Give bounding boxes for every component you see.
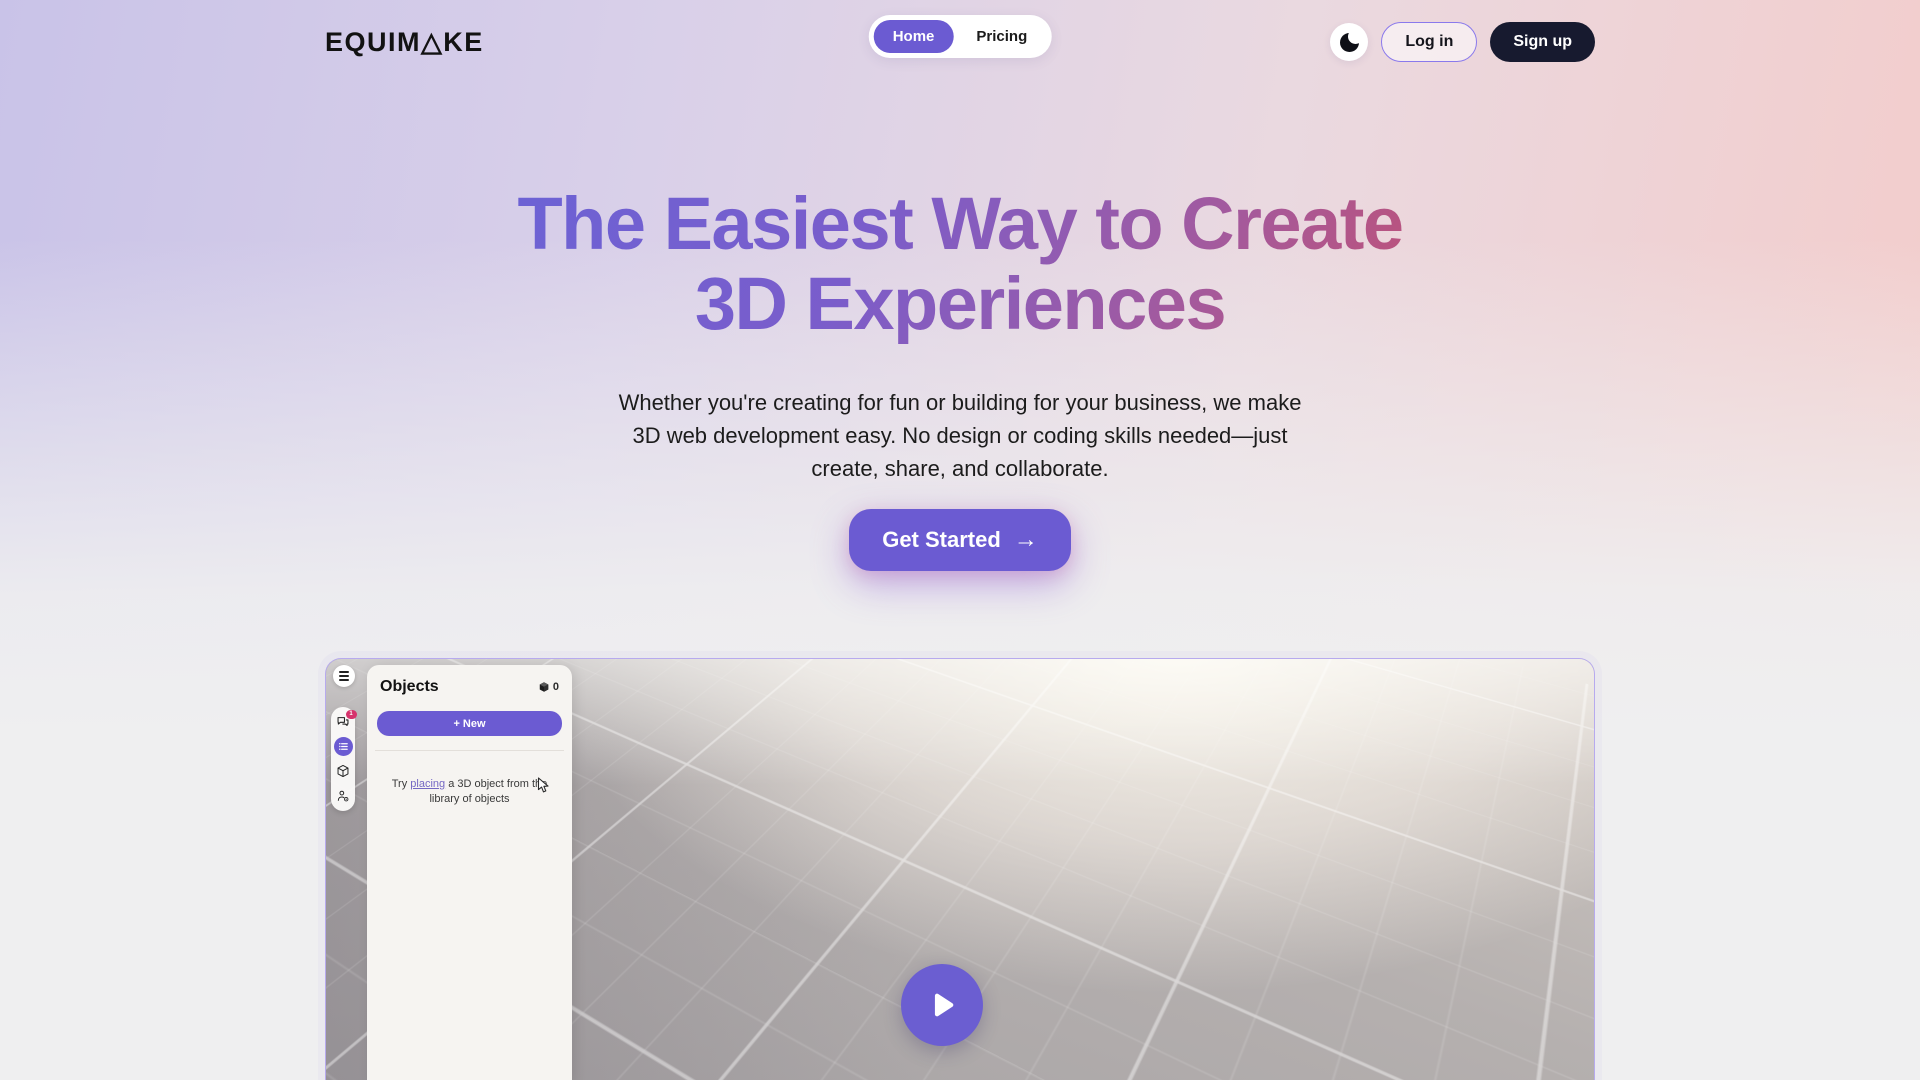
panel-divider [375, 750, 564, 751]
objects-panel-title: Objects [380, 678, 439, 696]
nav-item-home[interactable]: Home [874, 20, 954, 53]
get-started-button[interactable]: Get Started → [849, 509, 1071, 571]
landing-page: EQUIM△KE Home Pricing Log in Sign up The… [0, 0, 1920, 1080]
header-actions: Log in Sign up [1330, 22, 1595, 62]
cube-count-icon [538, 681, 550, 693]
cta-row: Get Started → [0, 509, 1920, 571]
login-button[interactable]: Log in [1381, 22, 1477, 62]
library-button[interactable] [334, 762, 353, 781]
object-count-value: 0 [553, 681, 559, 693]
object-counter: 0 [538, 681, 559, 693]
signup-button[interactable]: Sign up [1490, 22, 1595, 62]
moon-icon [1340, 33, 1359, 52]
user-settings-button[interactable] [334, 786, 353, 805]
arrow-right-icon: → [1014, 528, 1038, 552]
hamburger-icon [339, 671, 349, 673]
placing-link[interactable]: placing [410, 778, 445, 790]
chat-button[interactable]: 1 [334, 713, 353, 732]
theme-toggle-button[interactable] [1330, 23, 1368, 61]
nav-item-pricing[interactable]: Pricing [957, 20, 1046, 53]
hero-title-line-2: 3D Experiences [460, 264, 1460, 344]
chat-notification-badge: 1 [346, 710, 357, 719]
objects-panel: Objects 0 + New Try placing a 3D object … [367, 665, 572, 1080]
hero-title-line-1: The Easiest Way to Create [460, 184, 1460, 264]
play-icon [925, 988, 959, 1022]
top-nav: EQUIM△KE Home Pricing Log in Sign up [325, 0, 1595, 64]
hero-subtitle-line-3: create, share, and collaborate. [0, 452, 1920, 485]
hero-subtitle-line-1: Whether you're creating for fun or build… [0, 386, 1920, 419]
new-object-button[interactable]: + New [377, 711, 562, 736]
cube-icon [336, 764, 350, 778]
hero-subtitle-line-2: 3D web development easy. No design or co… [0, 419, 1920, 452]
user-gear-icon [336, 789, 350, 803]
get-started-label: Get Started [882, 527, 1001, 553]
logo: EQUIM△KE [325, 27, 484, 58]
main-nav: Home Pricing [869, 15, 1052, 58]
objects-list-button[interactable] [334, 737, 353, 756]
hero-subtitle: Whether you're creating for fun or build… [0, 386, 1920, 485]
empty-state-hint: Try placing a 3D object from the library… [381, 777, 559, 807]
tool-rail: 1 [331, 707, 355, 811]
list-icon [338, 741, 349, 752]
app-preview-window: 1 [325, 658, 1595, 1080]
objects-panel-header: Objects 0 [377, 678, 562, 696]
hero-title: The Easiest Way to Create 3D Experiences [460, 184, 1460, 344]
play-button[interactable] [901, 964, 983, 1046]
menu-button[interactable] [333, 665, 355, 687]
